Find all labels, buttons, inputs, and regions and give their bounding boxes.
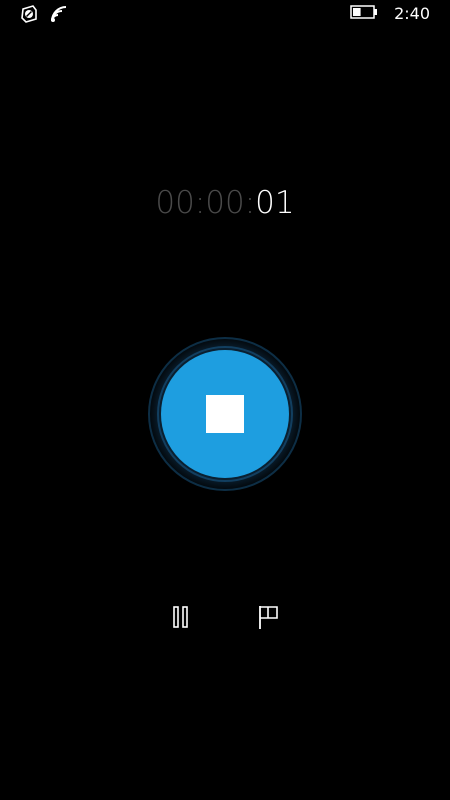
pause-button[interactable] (166, 604, 196, 634)
record-control (148, 337, 302, 491)
wifi-icon (50, 5, 70, 27)
pause-icon (171, 605, 191, 633)
timer-elapsed-dim: 00:00: (155, 185, 256, 221)
clock: 2:40 (394, 4, 430, 23)
app-notification-icon (20, 5, 38, 27)
stop-icon (206, 395, 244, 433)
add-marker-button[interactable] (254, 604, 284, 634)
status-bar-left (20, 5, 70, 27)
flag-icon (257, 604, 281, 634)
battery-icon (350, 4, 378, 23)
voice-recorder-screen: 2:40 00:00:01 (0, 0, 450, 800)
status-bar-right: 2:40 (350, 4, 430, 23)
stop-recording-button[interactable] (161, 350, 289, 478)
status-bar: 2:40 (0, 0, 450, 30)
recording-controls (0, 604, 450, 634)
elapsed-timer: 00:00:01 (0, 185, 450, 221)
timer-elapsed-seconds: 01 (255, 185, 295, 221)
